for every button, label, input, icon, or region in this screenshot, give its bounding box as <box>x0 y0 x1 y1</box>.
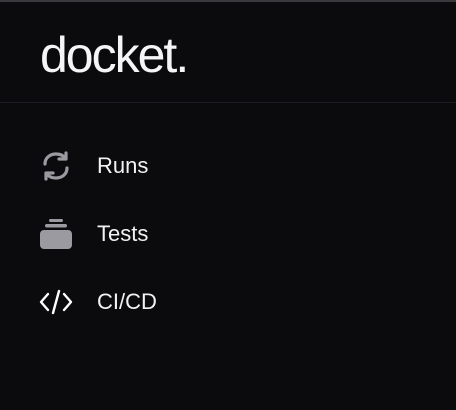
sidebar-item-runs[interactable]: Runs <box>0 132 456 200</box>
sidebar-item-label: Runs <box>97 153 149 178</box>
code-icon <box>38 284 74 320</box>
sidebar-item-cicd[interactable]: CI/CD <box>0 268 456 336</box>
app-sidebar: docket. Runs Tests CI/CD <box>0 0 456 410</box>
brand-header: docket. <box>0 2 456 103</box>
stack-icon <box>38 216 74 252</box>
sidebar-item-tests[interactable]: Tests <box>0 200 456 268</box>
sidebar-nav: Runs Tests CI/CD <box>0 132 456 336</box>
refresh-icon <box>38 148 74 184</box>
brand-logo[interactable]: docket. <box>40 20 189 90</box>
sidebar-item-label: Tests <box>97 221 149 246</box>
sidebar-item-label: CI/CD <box>97 289 157 314</box>
